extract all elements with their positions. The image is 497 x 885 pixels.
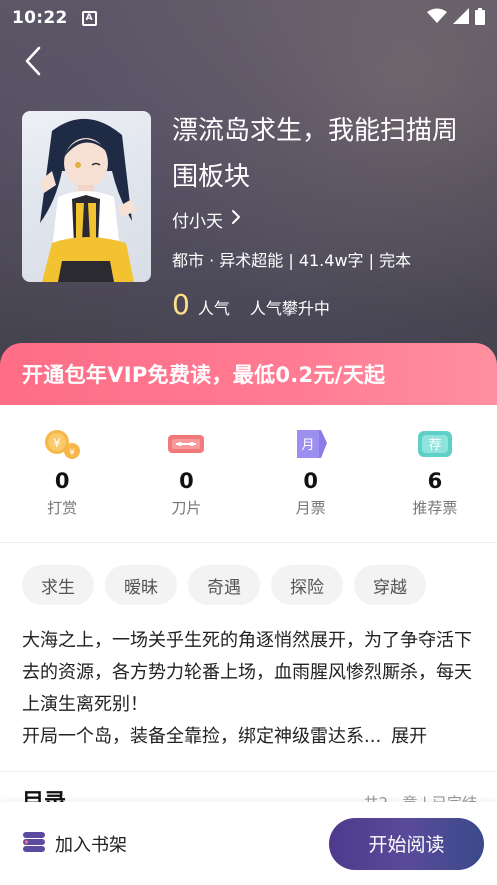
- stats-row: ¥ ¥ 0 打赏 0 刀片 月 0 月票 荐 6 推荐票: [0, 405, 497, 543]
- stat-value: 6: [427, 469, 443, 493]
- stat-label: 打赏: [47, 499, 78, 517]
- tag[interactable]: 暧昧: [105, 565, 177, 605]
- popularity-label: 人气: [197, 299, 230, 318]
- author-name: 付小天: [172, 212, 223, 232]
- stat-label: 月票: [295, 499, 326, 517]
- chevron-left-icon: [23, 46, 43, 80]
- section-divider: [0, 771, 497, 772]
- vip-banner-text: 开通包年VIP免费读，最低0.2元/天起: [22, 363, 386, 387]
- chevron-right-icon: [231, 209, 241, 230]
- tag[interactable]: 探险: [271, 565, 343, 605]
- recommend-ticket-icon: 荐: [415, 427, 455, 461]
- stat-reward[interactable]: ¥ ¥ 0 打赏: [0, 405, 124, 542]
- popularity-trend: 人气攀升中: [249, 299, 330, 318]
- book-title: 漂流岛求生，我能扫描周围板块: [172, 116, 459, 192]
- synopsis-truncated-line: 开局一个岛，装备全靠捡，绑定神级雷达系...: [22, 726, 382, 747]
- synopsis-text: 大海之上，一场关乎生死的角逐悄然展开，为了争夺活下去的资源，各方势力轮番上场，血…: [22, 630, 472, 715]
- stat-value: 0: [179, 469, 194, 493]
- monthly-ticket-icon: 月: [291, 427, 331, 461]
- coin-icon: ¥ ¥: [42, 427, 82, 461]
- tag-list: 求生 暧昧 奇遇 探险 穿越: [22, 565, 426, 605]
- start-reading-button[interactable]: 开始阅读: [329, 817, 484, 870]
- synopsis-last-line: 开局一个岛，装备全靠捡，绑定神级雷达系... 展开: [22, 721, 477, 753]
- wifi-icon: [427, 8, 447, 28]
- popularity-value: 0: [172, 288, 190, 321]
- svg-text:荐: 荐: [428, 438, 441, 453]
- tag[interactable]: 穿越: [354, 565, 426, 605]
- bottom-action-bar: 加入书架 开始阅读: [0, 802, 497, 885]
- battery-icon: [475, 7, 485, 29]
- signal-icon: [453, 8, 469, 28]
- tag[interactable]: 奇遇: [188, 565, 260, 605]
- bookshelf-icon: [22, 831, 46, 857]
- status-bar: 10:22 A: [0, 0, 497, 36]
- blade-icon: [166, 427, 206, 461]
- vip-banner[interactable]: 开通包年VIP免费读，最低0.2元/天起: [0, 343, 497, 405]
- stat-blade[interactable]: 0 刀片: [124, 405, 248, 542]
- stat-label: 推荐票: [412, 499, 458, 517]
- book-cover[interactable]: [22, 111, 151, 282]
- status-time: 10:22: [12, 8, 68, 28]
- stat-value: 0: [303, 469, 318, 493]
- stat-monthly-ticket[interactable]: 月 0 月票: [249, 405, 373, 542]
- popularity: 0 人气 人气攀升中: [172, 288, 330, 321]
- svg-text:¥: ¥: [53, 436, 61, 450]
- back-button[interactable]: [16, 46, 50, 80]
- svg-text:¥: ¥: [69, 448, 75, 458]
- author-link[interactable]: 付小天: [172, 207, 241, 232]
- cover-illustration: [40, 118, 136, 282]
- stat-label: 刀片: [171, 499, 202, 517]
- svg-text:月: 月: [301, 438, 314, 453]
- stat-recommend-ticket[interactable]: 荐 6 推荐票: [373, 405, 497, 542]
- tag[interactable]: 求生: [22, 565, 94, 605]
- expand-synopsis-button[interactable]: 展开: [391, 721, 427, 753]
- notification-a-icon: A: [81, 10, 97, 26]
- add-to-shelf-button[interactable]: 加入书架: [22, 831, 127, 857]
- add-to-shelf-label: 加入书架: [55, 834, 127, 856]
- stat-value: 0: [54, 469, 70, 493]
- book-meta: 都市 · 异术超能 | 41.4w字 | 完本: [172, 251, 412, 270]
